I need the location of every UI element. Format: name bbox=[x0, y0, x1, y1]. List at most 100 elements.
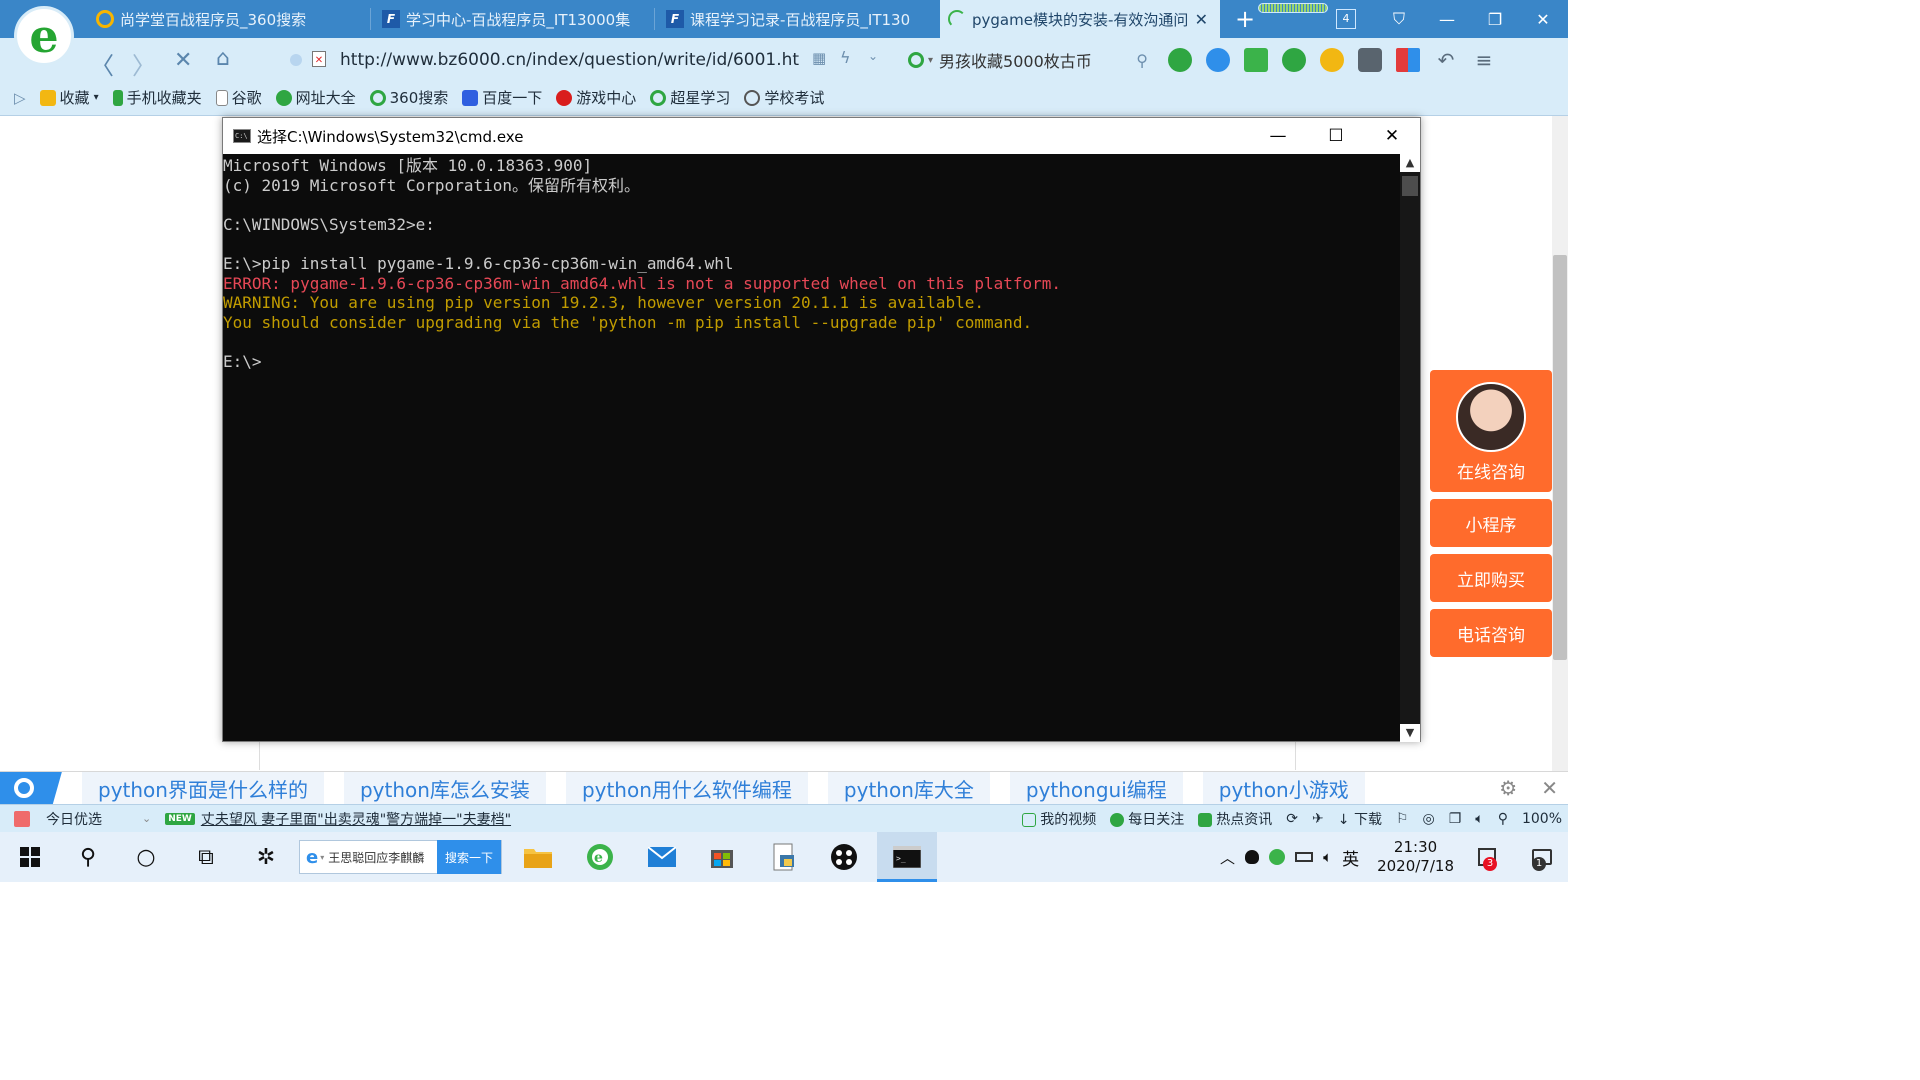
coupon-icon[interactable] bbox=[1320, 48, 1344, 72]
mini-program-button[interactable]: 小程序 bbox=[1430, 499, 1552, 547]
tab-pygame-install[interactable]: pygame模块的安装-有效沟通问 ✕ bbox=[940, 0, 1220, 38]
skin-icon[interactable]: ⛉ bbox=[1376, 0, 1422, 38]
scroll-up-icon[interactable]: ▲ bbox=[1400, 154, 1420, 172]
gift-icon[interactable] bbox=[14, 810, 30, 827]
store-icon[interactable] bbox=[706, 841, 738, 873]
cmd-window[interactable]: C:\ 选择C:\Windows\System32\cmd.exe — ☐ ✕ … bbox=[222, 117, 1421, 742]
ime-indicator[interactable]: 英 bbox=[1342, 845, 1359, 870]
scroll-down-icon[interactable]: ▼ bbox=[1400, 724, 1420, 742]
fav-item-mobile[interactable]: 手机收藏夹 bbox=[112, 87, 202, 108]
apps-icon[interactable] bbox=[1396, 48, 1420, 72]
page-scroll-thumb[interactable] bbox=[1553, 255, 1567, 660]
speed-mode-icon[interactable]: ϟ bbox=[840, 48, 851, 67]
zoom-icon[interactable]: ⚲ bbox=[1498, 811, 1508, 827]
address-bar[interactable]: ✕ http://www.bz6000.cn/index/question/wr… bbox=[282, 45, 894, 75]
taskbar-search-input[interactable]: 王思聪回应李麒麟 bbox=[328, 849, 424, 866]
volume-icon[interactable]: 🔈︎ bbox=[1475, 811, 1483, 827]
related-search-item[interactable]: python用什么软件编程 bbox=[565, 771, 808, 805]
game-icon[interactable] bbox=[1358, 48, 1382, 72]
menu-icon[interactable]: ≡ bbox=[1472, 48, 1496, 72]
magnifier-icon[interactable] bbox=[1206, 48, 1230, 72]
tab-course-records[interactable]: F 课程学习记录-百战程序员_IT130 bbox=[658, 0, 936, 38]
search-input[interactable]: 男孩收藏5000枚古币 bbox=[939, 48, 1092, 72]
accelerate-icon[interactable]: ⟳ bbox=[1286, 811, 1298, 827]
search-engine-icon[interactable] bbox=[908, 52, 924, 68]
hot-news-item[interactable]: 热点资讯 bbox=[1198, 809, 1272, 829]
volume-icon[interactable]: 🔈︎ bbox=[1323, 848, 1332, 866]
fav-item-baidu[interactable]: 百度一下 bbox=[462, 87, 542, 108]
chevron-down-icon[interactable]: ⌄ bbox=[142, 812, 151, 825]
mail-icon[interactable] bbox=[646, 841, 678, 873]
cmd-titlebar[interactable]: C:\ 选择C:\Windows\System32\cmd.exe — ☐ ✕ bbox=[223, 118, 1420, 154]
cmd-icon[interactable]: >_ bbox=[891, 841, 923, 873]
my-video-item[interactable]: 我的视频 bbox=[1022, 809, 1096, 829]
task-view-icon[interactable]: ⧉ bbox=[190, 841, 222, 873]
tab-360-search[interactable]: 尚学堂百战程序员_360搜索 bbox=[88, 0, 368, 38]
console-output[interactable]: Microsoft Windows [版本 10.0.18363.900] (c)… bbox=[223, 154, 1400, 742]
download-item[interactable]: ↓ 下载 bbox=[1338, 809, 1382, 829]
close-icon[interactable]: ✕ bbox=[1363, 118, 1421, 154]
chevron-down-icon[interactable]: ▾ bbox=[928, 55, 933, 66]
news-headline[interactable]: 丈夫望风 妻子里面"出卖灵魂"警方端掉一"夫妻档" bbox=[201, 809, 511, 829]
screenshot-icon[interactable] bbox=[1244, 48, 1268, 72]
forward-icon[interactable]: 〉 bbox=[132, 46, 156, 81]
qq-icon[interactable] bbox=[1245, 850, 1260, 864]
gear-icon[interactable]: ⚙ bbox=[1499, 776, 1517, 800]
stop-icon[interactable]: ✕ bbox=[174, 48, 192, 73]
dots-app-icon[interactable] bbox=[828, 841, 860, 873]
search-icon[interactable]: ⚲ bbox=[1136, 51, 1148, 70]
phone-consult-button[interactable]: 电话咨询 bbox=[1430, 609, 1552, 657]
chevron-up-icon[interactable]: ︿ bbox=[1220, 847, 1235, 868]
maximize-icon[interactable]: ☐ bbox=[1307, 118, 1365, 154]
translate-icon[interactable] bbox=[1282, 48, 1306, 72]
today-picks[interactable]: 今日优选 bbox=[46, 809, 102, 829]
restore-icon[interactable]: ❐ bbox=[1472, 0, 1518, 38]
fav-item-hao[interactable]: 网址大全 bbox=[275, 87, 356, 108]
undo-icon[interactable]: ↶ bbox=[1434, 48, 1458, 72]
battery-icon[interactable] bbox=[1295, 852, 1314, 862]
windows-start-icon[interactable] bbox=[14, 841, 46, 873]
related-search-item[interactable]: pythongui编程 bbox=[1009, 771, 1183, 805]
related-search-item[interactable]: python库怎么安装 bbox=[343, 771, 546, 805]
qrcode-icon[interactable]: ▦ bbox=[812, 49, 826, 67]
fav-item-collect[interactable]: 收藏 ▾ bbox=[39, 87, 99, 108]
fav-item-360search[interactable]: 360搜索 bbox=[369, 87, 448, 108]
buy-now-button[interactable]: 立即购买 bbox=[1430, 554, 1552, 602]
cmd-scrollbar[interactable]: ▲ ▼ bbox=[1400, 154, 1420, 742]
daily-focus-item[interactable]: 每日关注 bbox=[1110, 809, 1184, 829]
back-icon[interactable]: 〈 bbox=[90, 46, 114, 81]
python-file-icon[interactable] bbox=[768, 841, 800, 873]
close-icon[interactable]: ✕ bbox=[1520, 0, 1566, 38]
360-search-icon[interactable] bbox=[0, 771, 62, 805]
tab-count-badge[interactable]: 4 bbox=[1336, 9, 1356, 29]
cortana-icon[interactable]: ○ bbox=[130, 841, 162, 873]
search-icon[interactable]: ⚲ bbox=[72, 841, 104, 873]
url-text[interactable]: http://www.bz6000.cn/index/question/writ… bbox=[340, 50, 799, 70]
related-search-item[interactable]: python界面是什么样的 bbox=[82, 771, 324, 805]
minimize-icon[interactable]: — bbox=[1424, 0, 1470, 38]
chevron-down-icon[interactable]: ⌄ bbox=[868, 49, 878, 63]
reading-icon[interactable] bbox=[1168, 48, 1192, 72]
fav-item-google[interactable]: 谷歌 bbox=[215, 87, 262, 108]
fav-item-games[interactable]: 游戏中心 bbox=[556, 87, 636, 108]
pin-icon[interactable]: ✈ bbox=[1312, 811, 1324, 827]
window-icon[interactable]: ❐ bbox=[1449, 811, 1462, 827]
minimize-icon[interactable]: — bbox=[1249, 118, 1307, 154]
tab-close-icon[interactable]: ✕ bbox=[1195, 10, 1208, 29]
browser-logo-icon[interactable]: e bbox=[14, 6, 74, 66]
360-guard-icon[interactable] bbox=[1269, 849, 1286, 865]
related-search-item[interactable]: python库大全 bbox=[827, 771, 990, 805]
cmd-scroll-thumb[interactable] bbox=[1402, 176, 1418, 196]
sidebar-toggle-icon[interactable]: ▷ bbox=[14, 89, 26, 107]
zoom-level[interactable]: 100% bbox=[1522, 811, 1562, 827]
tab-learning-center[interactable]: F 学习中心-百战程序员_IT13000集 bbox=[374, 0, 652, 38]
taskbar-search-widget[interactable]: e ▾ 王思聪回应李麒麟 搜索一下 bbox=[299, 840, 502, 874]
home-icon[interactable]: ⌂ bbox=[216, 46, 230, 71]
taskbar-search-button[interactable]: 搜索一下 bbox=[436, 840, 501, 874]
online-consult-button[interactable]: 在线咨询 bbox=[1430, 370, 1552, 492]
fav-item-exam[interactable]: 学校考试 bbox=[744, 87, 824, 108]
fav-item-chaoxing[interactable]: 超星学习 bbox=[650, 87, 730, 108]
file-explorer-icon[interactable] bbox=[522, 841, 554, 873]
360-browser-icon[interactable]: e bbox=[584, 841, 616, 873]
search-box[interactable]: ▾ 男孩收藏5000枚古币 ⚲ bbox=[908, 45, 1148, 75]
